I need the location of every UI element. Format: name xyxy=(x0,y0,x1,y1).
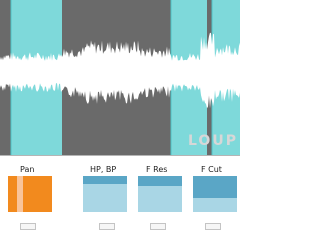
f-cut-label: F Cut xyxy=(201,165,222,174)
hp-bp-meter xyxy=(83,176,127,212)
f-res-level xyxy=(138,176,182,186)
hp-bp-control[interactable] xyxy=(83,176,127,212)
pan-label: Pan xyxy=(20,165,35,174)
pan-highlight xyxy=(17,176,23,212)
f-cut-toggle[interactable] xyxy=(205,223,221,230)
hp-bp-level xyxy=(83,176,127,184)
pan-control[interactable] xyxy=(8,176,52,212)
divider xyxy=(0,155,240,156)
waveform-display[interactable] xyxy=(0,0,240,155)
loup-watermark: LOUP xyxy=(188,133,238,149)
pan-fill xyxy=(8,176,52,212)
hp-bp-label: HP, BP xyxy=(90,165,117,174)
f-cut-control[interactable] xyxy=(193,176,237,212)
pan-toggle[interactable] xyxy=(20,223,36,230)
f-cut-meter xyxy=(193,176,237,212)
hp-bp-toggle[interactable] xyxy=(99,223,115,230)
f-res-control[interactable] xyxy=(138,176,182,212)
pan-meter xyxy=(8,176,52,212)
f-res-meter xyxy=(138,176,182,212)
f-res-toggle[interactable] xyxy=(150,223,166,230)
f-res-label: F Res xyxy=(146,165,168,174)
f-cut-level xyxy=(193,176,237,198)
